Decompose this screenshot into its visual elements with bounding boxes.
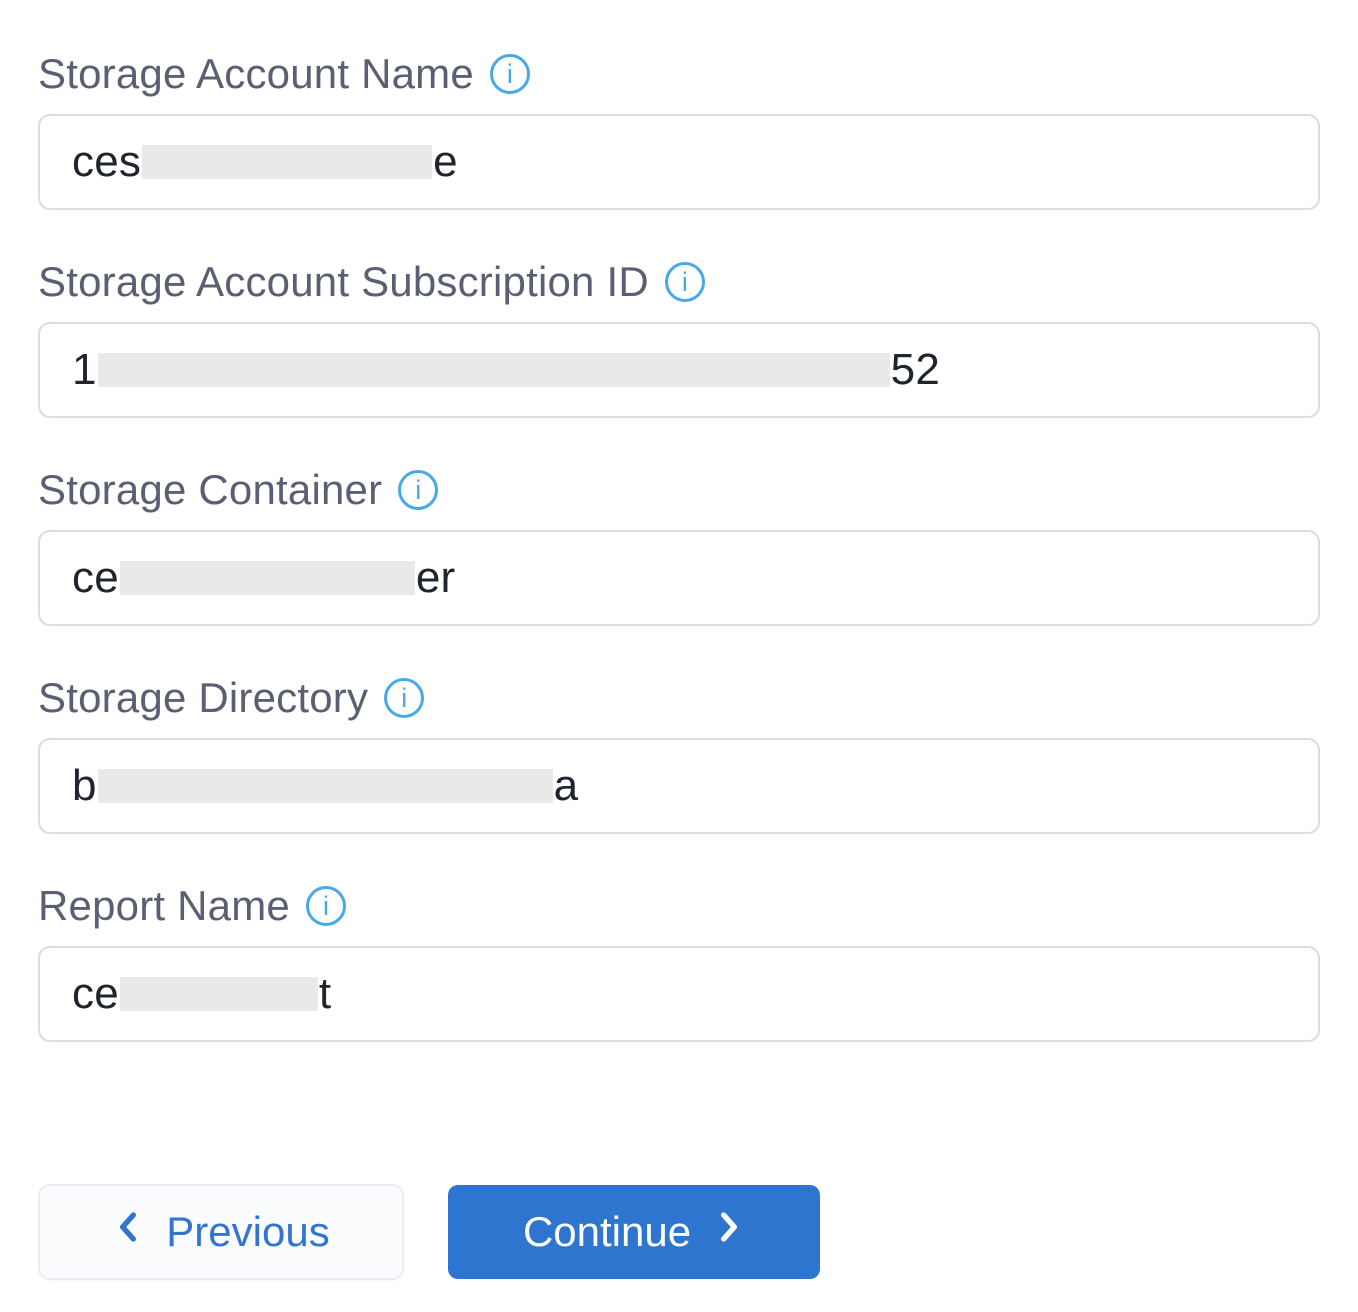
field-report-name: Report Name i ce t xyxy=(38,882,1320,1042)
info-icon[interactable]: i xyxy=(306,886,346,926)
field-label-row: Report Name i xyxy=(38,882,1320,930)
redacted-text xyxy=(120,561,415,595)
previous-button-label: Previous xyxy=(166,1208,329,1256)
field-label: Storage Account Subscription ID xyxy=(38,258,649,306)
storage-account-name-input[interactable]: ces e xyxy=(38,114,1320,210)
redacted-text xyxy=(142,145,432,179)
field-storage-container: Storage Container i ce er xyxy=(38,466,1320,626)
field-label: Report Name xyxy=(38,882,290,930)
input-value-prefix: ce xyxy=(72,553,119,603)
chevron-left-icon xyxy=(112,1208,144,1256)
info-icon[interactable]: i xyxy=(398,470,438,510)
field-storage-directory: Storage Directory i ba xyxy=(38,674,1320,834)
info-icon[interactable]: i xyxy=(490,54,530,94)
continue-button[interactable]: Continue xyxy=(448,1185,820,1279)
field-label-row: Storage Account Name i xyxy=(38,50,1320,98)
input-value-suffix: er xyxy=(416,553,456,603)
input-value-suffix: e xyxy=(433,137,458,187)
input-value-suffix: t xyxy=(319,969,331,1019)
storage-directory-input[interactable]: ba xyxy=(38,738,1320,834)
field-storage-account-subscription-id: Storage Account Subscription ID i 1 52 xyxy=(38,258,1320,418)
input-value-prefix: 1 xyxy=(72,345,97,395)
form-page: Storage Account Name i ces e Storage Acco… xyxy=(0,0,1358,1312)
field-storage-account-name: Storage Account Name i ces e xyxy=(38,50,1320,210)
input-value-prefix: ce xyxy=(72,969,119,1019)
redacted-text xyxy=(98,769,553,803)
chevron-right-icon xyxy=(713,1208,745,1256)
previous-button[interactable]: Previous xyxy=(38,1184,404,1280)
input-value-prefix: ces xyxy=(72,137,141,187)
field-label: Storage Account Name xyxy=(38,50,474,98)
subscription-id-input[interactable]: 1 52 xyxy=(38,322,1320,418)
field-label: Storage Container xyxy=(38,466,382,514)
redacted-text xyxy=(120,977,318,1011)
storage-container-input[interactable]: ce er xyxy=(38,530,1320,626)
field-label-row: Storage Directory i xyxy=(38,674,1320,722)
input-value-suffix: 52 xyxy=(891,345,940,395)
info-icon[interactable]: i xyxy=(384,678,424,718)
continue-button-label: Continue xyxy=(523,1208,691,1256)
field-label: Storage Directory xyxy=(38,674,368,722)
redacted-text xyxy=(98,353,890,387)
wizard-actions: Previous Continue xyxy=(38,1184,1320,1280)
field-label-row: Storage Container i xyxy=(38,466,1320,514)
input-value-suffix: a xyxy=(554,761,579,811)
info-icon[interactable]: i xyxy=(665,262,705,302)
report-name-input[interactable]: ce t xyxy=(38,946,1320,1042)
input-value-prefix: b xyxy=(72,761,97,811)
field-label-row: Storage Account Subscription ID i xyxy=(38,258,1320,306)
